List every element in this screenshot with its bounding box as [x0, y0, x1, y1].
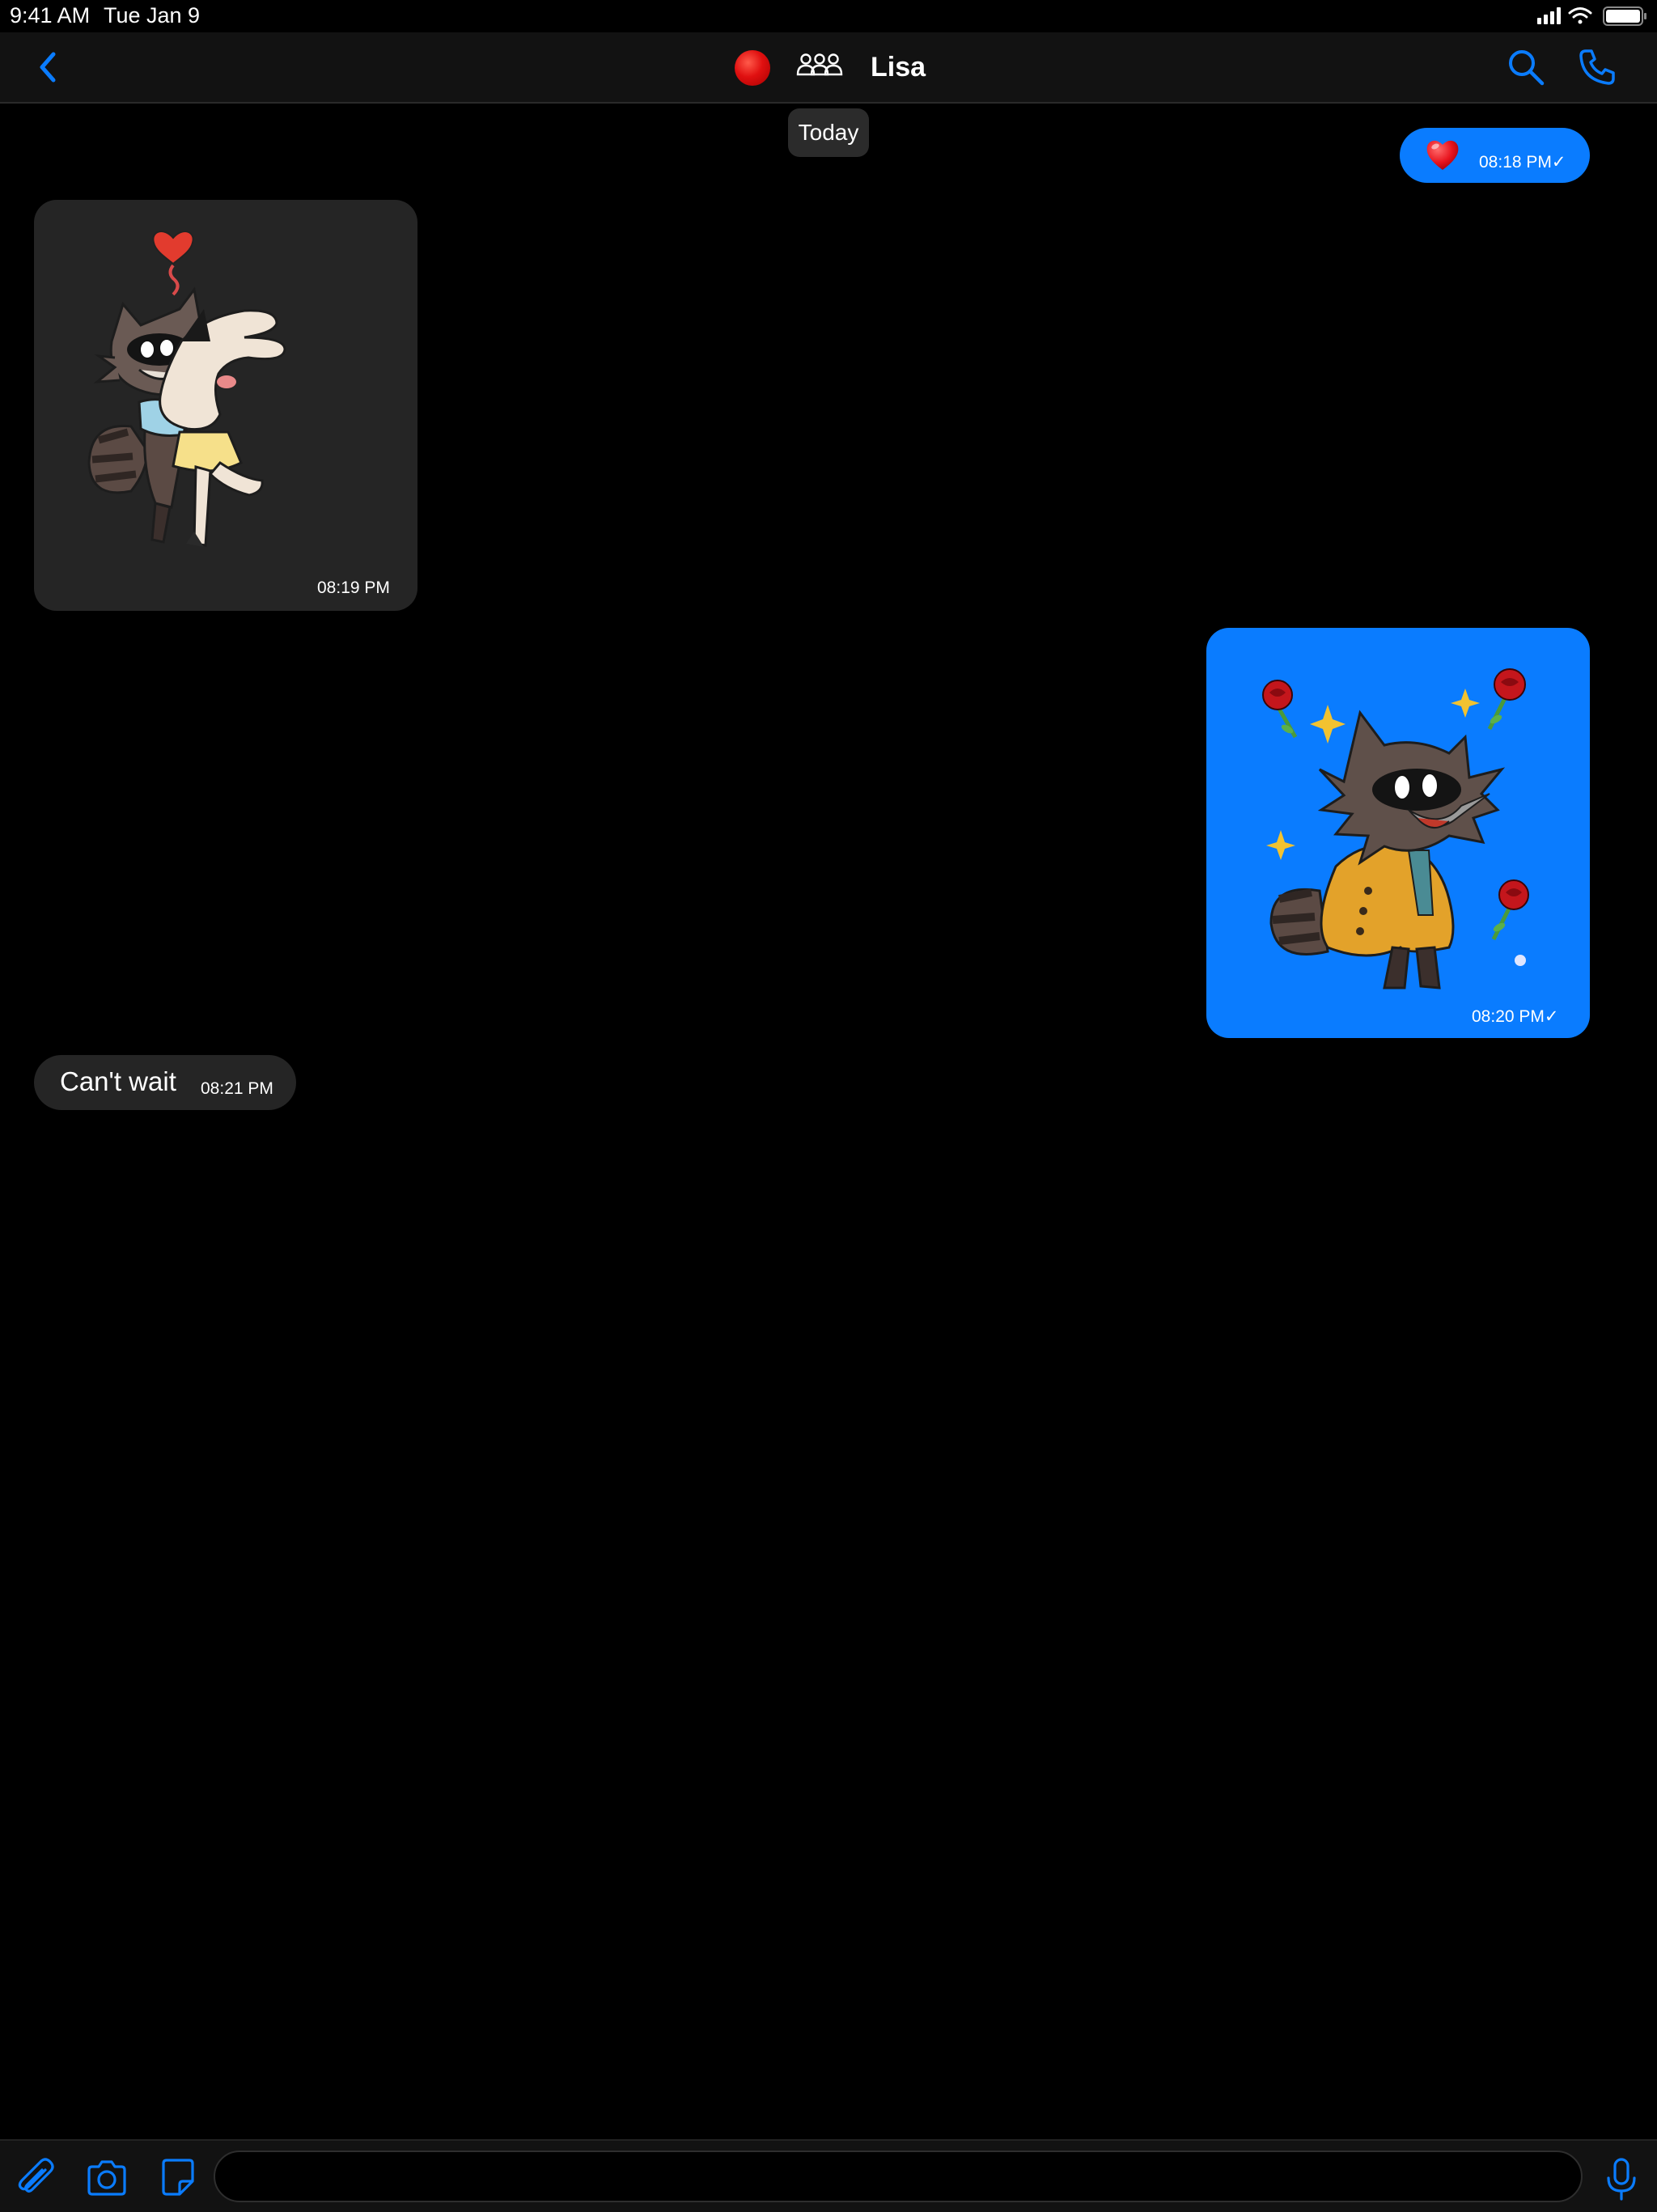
message-time: 08:18 PM✓ — [1479, 153, 1566, 172]
message-outgoing-emoji[interactable]: 08:18 PM✓ — [1400, 128, 1590, 183]
raccoon-roses-sticker — [1262, 668, 1529, 989]
date-separator: Today — [788, 108, 869, 157]
message-time: 08:20 PM✓ — [1472, 1007, 1559, 1026]
rose-icon — [1262, 680, 1298, 739]
back-chevron-icon[interactable] — [29, 47, 70, 87]
phone-icon[interactable] — [1576, 46, 1618, 88]
status-indicators — [1537, 6, 1646, 26]
group-icon — [796, 53, 843, 76]
message-incoming-text[interactable]: Can't wait 08:21 PM — [34, 1055, 296, 1110]
message-input[interactable] — [214, 2151, 1583, 2202]
avatar[interactable] — [735, 50, 770, 86]
message-time: 08:21 PM — [201, 1079, 273, 1098]
attach-icon[interactable] — [15, 2157, 57, 2199]
raccoon-bunny-hug-sticker — [87, 231, 286, 547]
heart-emoji-icon — [1426, 140, 1459, 170]
message-outgoing-sticker[interactable]: 08:20 PM✓ — [1206, 628, 1590, 1038]
camera-icon[interactable] — [84, 2157, 129, 2199]
signal-icon — [1537, 7, 1561, 24]
status-time: 9:41 AM — [10, 3, 91, 28]
chat-title: Lisa — [871, 52, 926, 83]
battery-icon — [1603, 6, 1646, 26]
message-time: 08:19 PM — [317, 578, 390, 597]
search-icon[interactable] — [1505, 46, 1547, 88]
status-bar: 9:41 AM Tue Jan 9 — [0, 0, 1657, 32]
microphone-icon[interactable] — [1604, 2157, 1639, 2202]
message-incoming-sticker[interactable]: 08:19 PM — [34, 200, 417, 611]
composer-bar — [0, 2139, 1657, 2212]
chat-header: Lisa — [0, 32, 1657, 104]
message-text: Can't wait — [60, 1066, 176, 1096]
status-date: Tue Jan 9 — [104, 3, 201, 28]
wifi-icon — [1568, 7, 1592, 24]
sticker-icon[interactable] — [159, 2157, 197, 2199]
